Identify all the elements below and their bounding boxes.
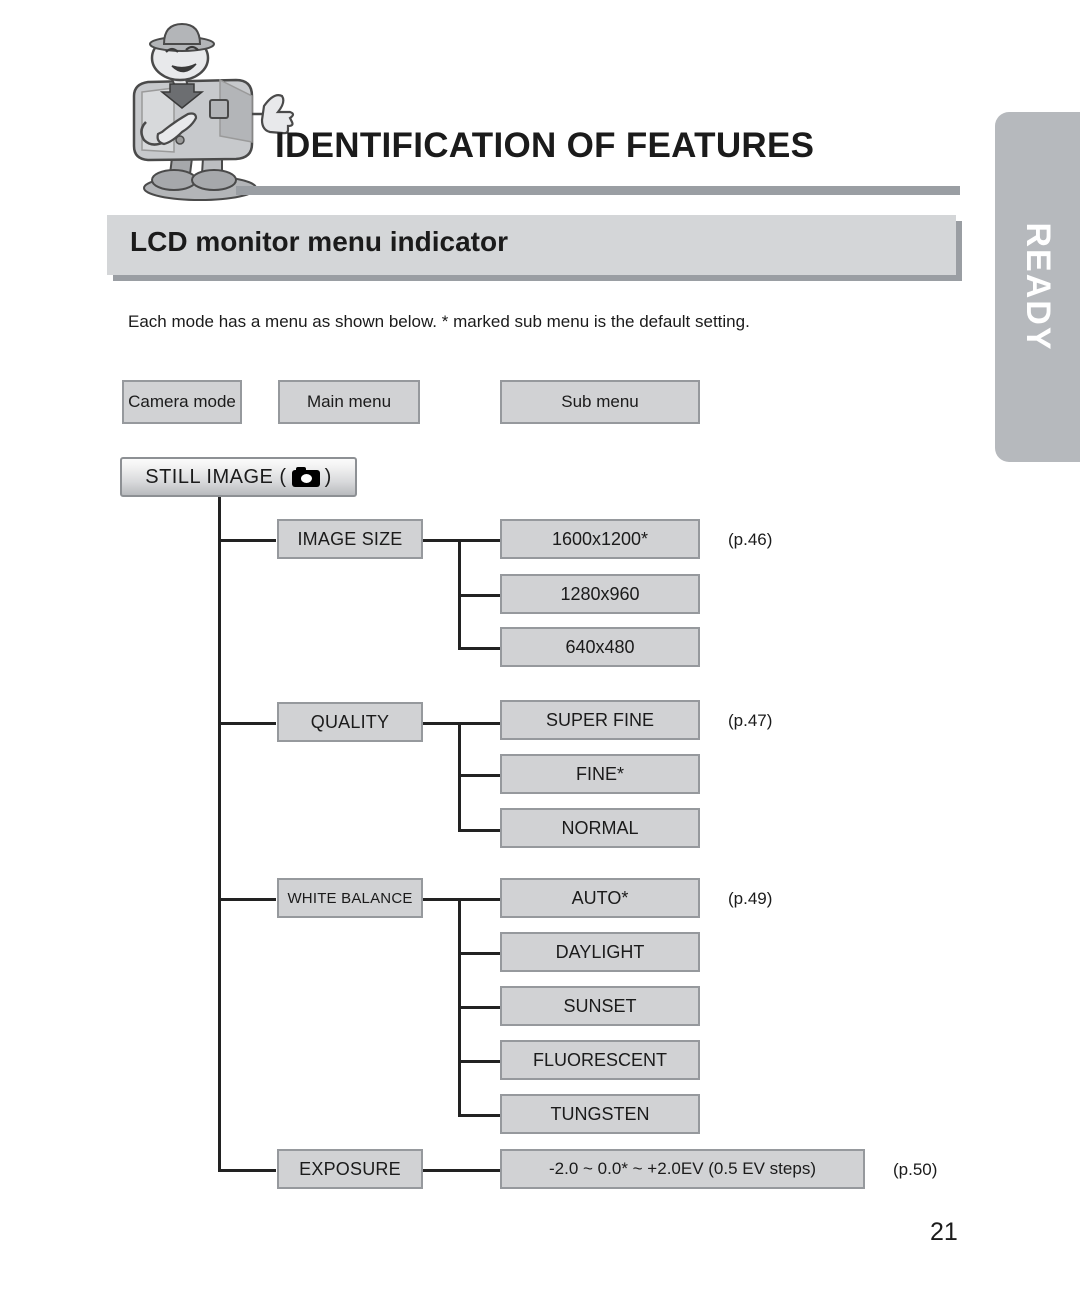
connector-wb-4 (458, 1060, 500, 1063)
connector-quality-2 (458, 774, 500, 777)
sub-menu-item: TUNGSTEN (500, 1094, 700, 1134)
legend-camera-mode: Camera mode (122, 380, 242, 424)
ready-side-tab: READY (995, 112, 1080, 462)
sub-menu-item: FINE* (500, 754, 700, 794)
sub-menu-item: 640x480 (500, 627, 700, 667)
trunk-line (218, 497, 221, 1172)
page-ref-white-balance: (p.49) (728, 889, 773, 908)
branch-white-balance (218, 898, 276, 901)
connector-quality-3 (458, 829, 500, 832)
intro-text: Each mode has a menu as shown below. * m… (128, 312, 750, 331)
main-menu-image-size: IMAGE SIZE (277, 519, 423, 559)
sub-menu-item: SUNSET (500, 986, 700, 1026)
page-ref-image-size: (p.46) (728, 530, 773, 549)
connector-quality-out (423, 722, 500, 725)
mode-label-suffix: ) (324, 465, 332, 488)
main-menu-quality: QUALITY (277, 702, 423, 742)
branch-image-size (218, 539, 276, 542)
sub-menu-item: 1280x960 (500, 574, 700, 614)
manual-page: READY IDENTIFICATION OF FEATURES LCD mon… (0, 0, 1080, 1295)
connector-image-size-2 (458, 594, 500, 597)
page-ref-quality: (p.47) (728, 711, 773, 730)
connector-image-size-3 (458, 647, 500, 650)
ready-tab-label: READY (1019, 222, 1057, 352)
connector-wb-5 (458, 1114, 500, 1117)
legend-sub-menu: Sub menu (500, 380, 700, 424)
sub-menu-item: -2.0 ~ 0.0* ~ +2.0EV (0.5 EV steps) (500, 1149, 865, 1189)
sub-menu-item: DAYLIGHT (500, 932, 700, 972)
connector-image-size-out (423, 539, 500, 542)
connector-wb-3 (458, 1006, 500, 1009)
main-menu-white-balance: WHITE BALANCE (277, 878, 423, 918)
mode-label-prefix: STILL IMAGE ( (145, 465, 287, 488)
page-ref-exposure: (p.50) (893, 1160, 938, 1179)
mode-still-image: STILL IMAGE ( ) (120, 457, 357, 497)
legend-main-menu: Main menu (278, 380, 420, 424)
sub-menu-item: SUPER FINE (500, 700, 700, 740)
branch-quality (218, 722, 276, 725)
camera-mascot-icon (112, 22, 297, 202)
sub-menu-item: NORMAL (500, 808, 700, 848)
page-number: 21 (930, 1218, 958, 1246)
page-title: IDENTIFICATION OF FEATURES (275, 126, 815, 165)
main-menu-exposure: EXPOSURE (277, 1149, 423, 1189)
branch-exposure (218, 1169, 276, 1172)
sub-menu-item: AUTO* (500, 878, 700, 918)
connector-exposure-out (423, 1169, 500, 1172)
camera-icon (291, 467, 320, 487)
sub-menu-item: FLUORESCENT (500, 1040, 700, 1080)
connector-wb-2 (458, 952, 500, 955)
connector-wb-out (423, 898, 500, 901)
title-divider (236, 186, 960, 195)
sub-menu-item: 1600x1200* (500, 519, 700, 559)
section-title: LCD monitor menu indicator (130, 226, 508, 257)
section-bar: LCD monitor menu indicator (107, 215, 956, 275)
connector-quality-vert (458, 722, 461, 832)
